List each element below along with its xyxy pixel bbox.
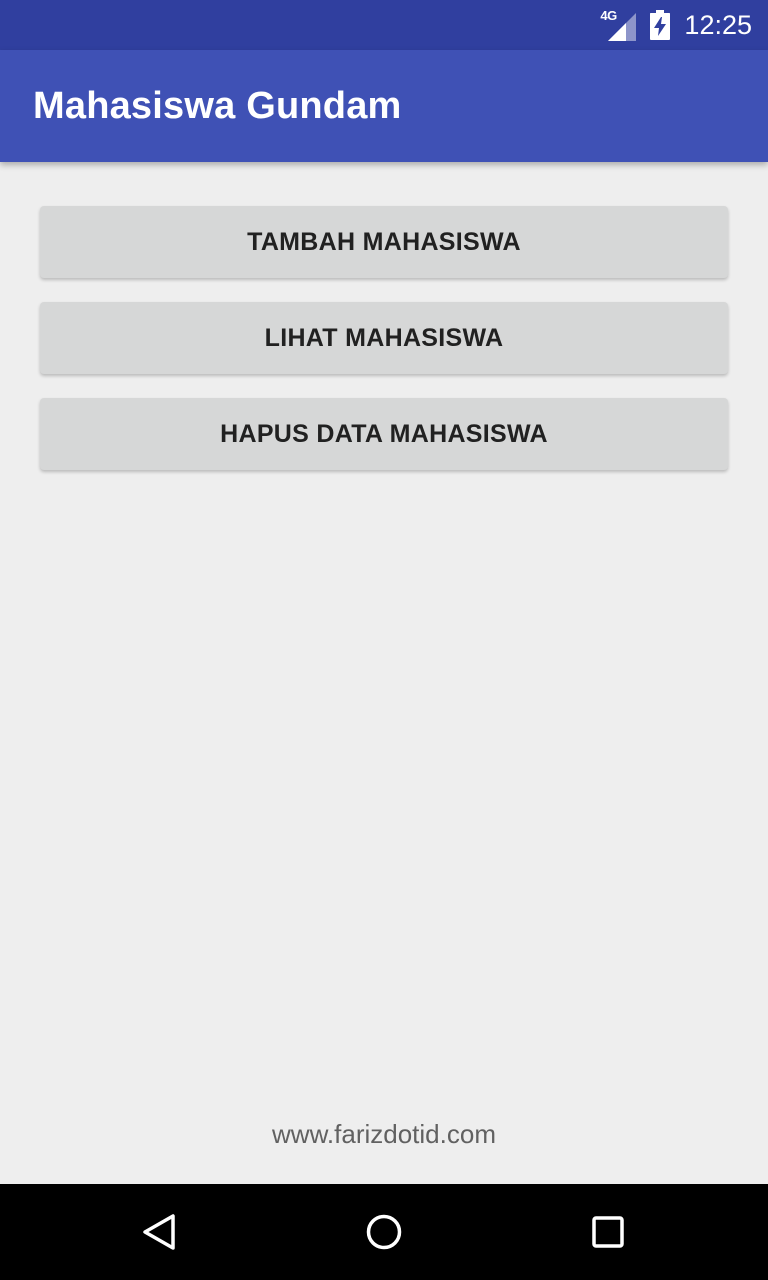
- signal-icon: 4G: [600, 9, 637, 41]
- back-button[interactable]: [112, 1184, 208, 1280]
- tambah-mahasiswa-button[interactable]: TAMBAH MAHASISWA: [40, 206, 728, 278]
- recent-apps-square-icon: [592, 1216, 624, 1248]
- status-clock: 12:25: [684, 10, 752, 40]
- status-bar: 4G 12:25: [0, 0, 768, 50]
- lihat-mahasiswa-button[interactable]: LIHAT MAHASISWA: [40, 302, 728, 374]
- back-triangle-icon: [143, 1214, 175, 1250]
- app-bar: Mahasiswa Gundam: [0, 50, 768, 162]
- screen: 4G 12:25 Mahasiswa Gundam TAMBAH MAHASIS…: [0, 0, 768, 1280]
- footer-website-text: www.farizdotid.com: [272, 1119, 496, 1149]
- battery-charging-icon: [650, 10, 671, 40]
- home-circle-icon: [366, 1214, 402, 1250]
- status-icons: 4G 12:25: [600, 0, 752, 50]
- navigation-bar: [0, 1184, 768, 1280]
- recent-apps-button[interactable]: [560, 1184, 656, 1280]
- hapus-data-mahasiswa-button[interactable]: HAPUS DATA MAHASISWA: [40, 398, 728, 470]
- app-title: Mahasiswa Gundam: [33, 85, 402, 127]
- home-button[interactable]: [336, 1184, 432, 1280]
